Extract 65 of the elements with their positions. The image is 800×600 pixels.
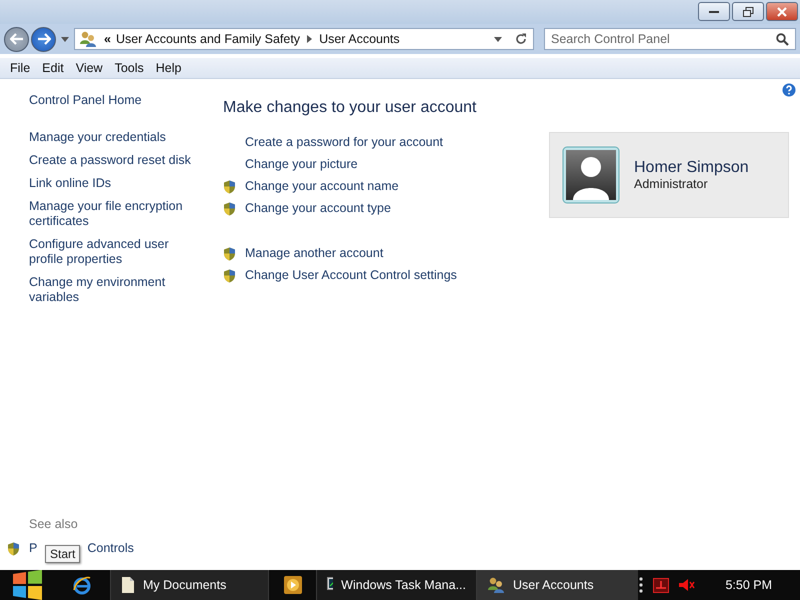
task-link[interactable]: Create a password for your account	[245, 135, 444, 150]
task-link[interactable]: Change User Account Control settings	[245, 268, 457, 283]
tooltip: Start	[45, 545, 80, 563]
sidebar-link[interactable]: Change my environment variables	[29, 275, 197, 305]
back-arrow-icon	[10, 33, 24, 45]
forward-button[interactable]	[31, 26, 56, 52]
users-icon	[79, 31, 97, 47]
refresh-icon[interactable]	[515, 33, 527, 45]
menu-item[interactable]: Tools	[108, 61, 150, 75]
page-heading: Make changes to your user account	[223, 99, 478, 117]
task-link[interactable]: Change your picture	[245, 157, 358, 172]
breadcrumb[interactable]: «	[104, 32, 111, 46]
close-icon	[777, 6, 787, 16]
document-icon	[121, 576, 135, 594]
restore-button[interactable]	[732, 2, 764, 21]
shield-icon	[223, 180, 236, 194]
sidebar-link[interactable]: Link online IDs	[29, 176, 197, 191]
shield-icon	[7, 542, 20, 556]
restore-icon	[742, 6, 754, 16]
taskbar-button[interactable]: User Accounts	[476, 570, 638, 600]
monitor-icon	[327, 577, 334, 593]
sidebar-link[interactable]: Manage your file encryption certificates	[29, 199, 197, 229]
sidebar-link[interactable]: Control Panel Home	[29, 93, 197, 108]
shield-icon	[223, 268, 236, 282]
users-icon	[487, 577, 505, 593]
dropdown-icon[interactable]	[494, 36, 502, 42]
menu-item[interactable]: View	[70, 61, 109, 75]
address-bar[interactable]: « User Accounts and Family Safety User Accounts	[74, 28, 534, 50]
clock[interactable]: 5:50 PM	[725, 578, 772, 592]
search-field[interactable]: Search Control Panel	[544, 28, 796, 50]
taskbar-button[interactable]: My Documents	[110, 570, 268, 600]
section-heading: See also	[29, 517, 79, 531]
menu-item[interactable]: Edit	[36, 61, 70, 75]
task-link[interactable]: Manage another account	[245, 246, 384, 261]
link-text[interactable]: Controls	[87, 541, 134, 556]
shield-icon	[223, 246, 236, 260]
chevron-icon	[307, 35, 312, 43]
sidebar-link[interactable]: Configure advanced user profile properties	[29, 237, 197, 267]
breadcrumb[interactable]: User Accounts and Family Safety	[116, 32, 300, 46]
menu-item[interactable]: File	[4, 61, 36, 75]
taskbar-button[interactable]: Windows Task Mana...	[316, 570, 476, 600]
breadcrumb[interactable]: User Accounts	[319, 32, 400, 46]
network-icon[interactable]	[653, 578, 670, 592]
help-icon[interactable]	[782, 83, 796, 97]
close-button[interactable]	[766, 2, 798, 21]
dropdown-icon[interactable]	[61, 36, 69, 42]
shield-icon	[223, 202, 236, 216]
user-name: Homer Simpson	[634, 159, 749, 177]
tray-grip-icon[interactable]	[639, 577, 644, 593]
media-player-icon	[284, 576, 302, 594]
task-link[interactable]: Change your account type	[245, 201, 391, 216]
menu-item[interactable]: Help	[150, 61, 188, 75]
avatar-icon	[562, 146, 620, 204]
account-type: Administrator	[634, 177, 709, 191]
task-link[interactable]: Change your account name	[245, 179, 399, 194]
browser-icon[interactable]	[72, 575, 92, 595]
link-text[interactable]: P	[29, 541, 38, 556]
minimize-icon	[709, 10, 719, 14]
minimize-button[interactable]	[698, 2, 730, 21]
sidebar-link[interactable]: Create a password reset disk	[29, 153, 197, 168]
back-button[interactable]	[4, 26, 29, 52]
sidebar-link[interactable]: Manage your credentials	[29, 130, 197, 145]
forward-arrow-icon	[36, 33, 50, 45]
search-icon[interactable]	[776, 33, 789, 46]
volume-icon[interactable]	[679, 579, 696, 591]
